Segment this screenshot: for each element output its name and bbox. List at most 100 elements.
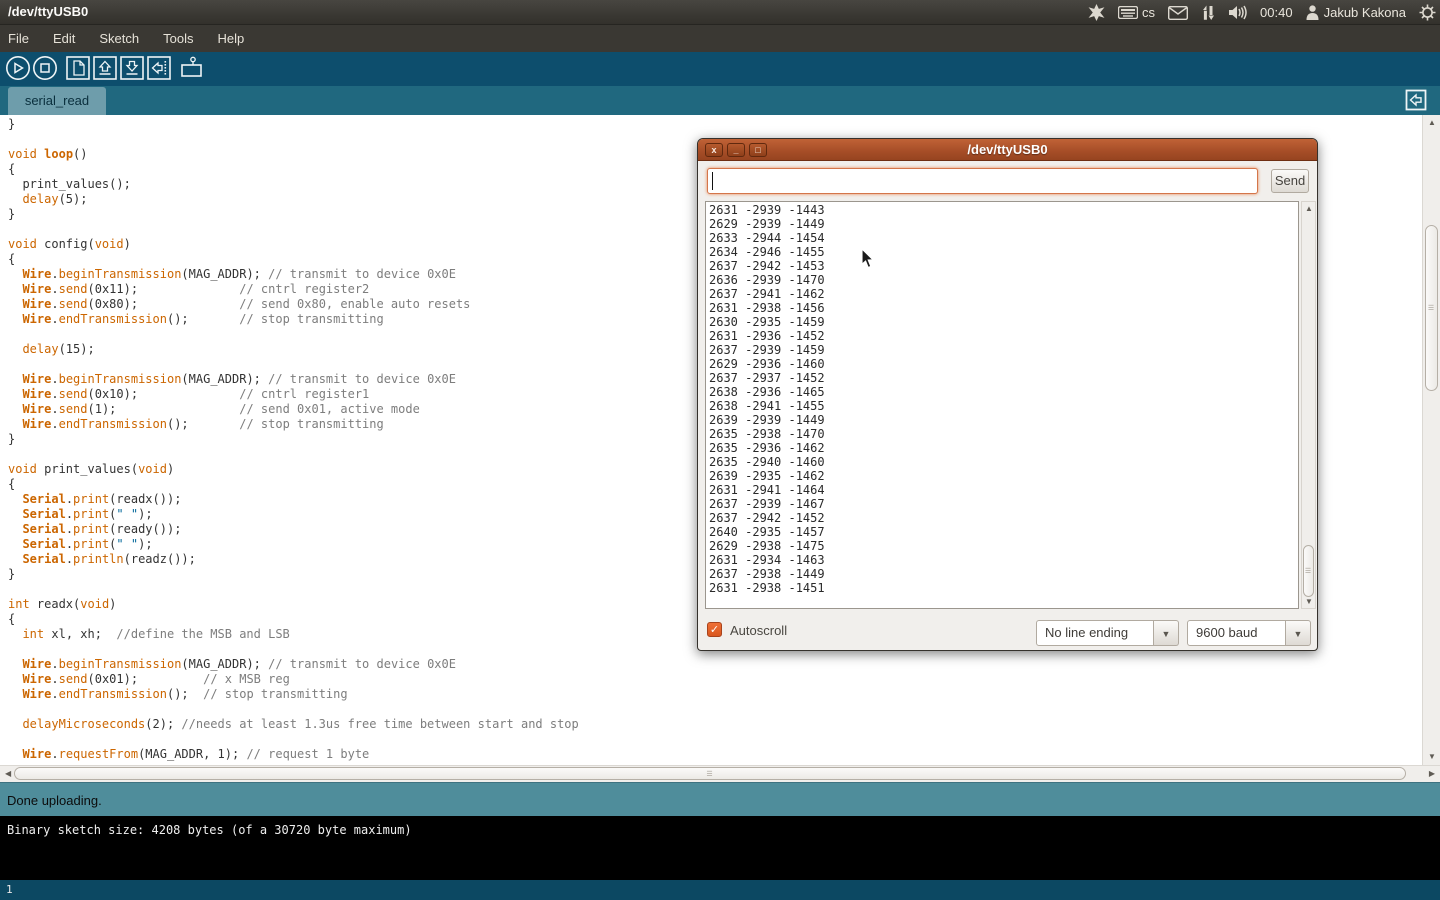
menu-tools[interactable]: Tools xyxy=(151,25,205,52)
code-line: { xyxy=(8,477,579,492)
serial-scrollbar[interactable]: ▲ ☰ ▼ xyxy=(1301,201,1316,609)
serial-monitor-button[interactable] xyxy=(178,55,204,81)
open-button[interactable] xyxy=(92,55,118,81)
editor-vertical-scrollbar[interactable]: ▲ ☰ ▼ xyxy=(1422,115,1440,765)
autoscroll-checkbox[interactable]: ✓ xyxy=(707,622,722,637)
serial-output-text: 2631 -2939 -1443 2629 -2939 -1449 2633 -… xyxy=(709,203,825,595)
app-indicator-icon[interactable] xyxy=(1088,4,1105,21)
code-line xyxy=(8,642,579,657)
serial-monitor-toggle-icon[interactable] xyxy=(1405,89,1427,111)
tab-bar: serial_read xyxy=(0,86,1440,115)
top-panel: /dev/ttyUSB0 cs 00:40 Jakub Kakona xyxy=(0,0,1440,25)
build-console: Binary sketch size: 4208 bytes (of a 307… xyxy=(0,816,1440,880)
code-line: delayMicroseconds(2); //needs at least 1… xyxy=(8,717,579,732)
menu-file[interactable]: File xyxy=(0,25,41,52)
serial-scrollbar-thumb[interactable]: ☰ xyxy=(1303,545,1314,597)
mouse-cursor xyxy=(861,248,875,274)
code-line: delay(5); xyxy=(8,192,579,207)
status-message: Done uploading. xyxy=(7,793,102,808)
code-line: { xyxy=(8,612,579,627)
code-line: int xl, xh; //define the MSB and LSB xyxy=(8,627,579,642)
baud-rate-select[interactable]: 9600 baud xyxy=(1187,620,1286,646)
user-name: Jakub Kakona xyxy=(1324,5,1406,20)
scroll-down-icon[interactable]: ▼ xyxy=(1428,753,1436,761)
code-line: } xyxy=(8,117,579,132)
code-line xyxy=(8,702,579,717)
code-line xyxy=(8,132,579,147)
baud-rate-dropdown-icon[interactable]: ▼ xyxy=(1286,620,1311,646)
code-line: print_values(); xyxy=(8,177,579,192)
tab-serial-read[interactable]: serial_read xyxy=(8,87,106,115)
stop-button[interactable] xyxy=(32,55,58,81)
code-line: Wire.requestFrom(MAG_ADDR, 1); // reques… xyxy=(8,747,579,762)
code-line: { xyxy=(8,162,579,177)
code-line: Serial.print(ready()); xyxy=(8,522,579,537)
code-line: Serial.print(" "); xyxy=(8,507,579,522)
code-line xyxy=(8,732,579,747)
send-button[interactable]: Send xyxy=(1271,169,1309,193)
mail-icon[interactable] xyxy=(1168,6,1188,20)
scroll-up-icon[interactable]: ▲ xyxy=(1428,119,1436,127)
serial-send-input[interactable] xyxy=(707,168,1258,194)
window-title: /dev/ttyUSB0 xyxy=(8,4,88,19)
menu-bar: File Edit Sketch Tools Help xyxy=(0,25,1440,52)
editor-scrollbar-thumb[interactable]: ☰ xyxy=(1425,225,1438,391)
keyboard-layout-label: cs xyxy=(1142,5,1155,20)
code-line: Serial.print(readx()); xyxy=(8,492,579,507)
text-caret xyxy=(712,172,713,190)
code-line: Wire.endTransmission(); // stop transmit… xyxy=(8,687,579,702)
network-icon[interactable] xyxy=(1201,5,1216,21)
serial-window-title: /dev/ttyUSB0 xyxy=(698,142,1317,157)
serial-monitor-window: x _ □ /dev/ttyUSB0 Send 2631 -2939 -1443… xyxy=(697,138,1318,651)
system-tray: cs 00:40 Jakub Kakona xyxy=(1088,0,1436,25)
code-line: delay(15); xyxy=(8,342,579,357)
menu-help[interactable]: Help xyxy=(205,25,256,52)
code-line: Wire.send(0x80); // send 0x80, enable au… xyxy=(8,297,579,312)
menu-sketch[interactable]: Sketch xyxy=(87,25,151,52)
upload-button[interactable] xyxy=(146,55,172,81)
user-menu[interactable]: Jakub Kakona xyxy=(1306,5,1406,20)
verify-button[interactable] xyxy=(5,55,31,81)
code-line: Wire.endTransmission(); // stop transmit… xyxy=(8,312,579,327)
editor-hscrollbar-thumb[interactable]: ☰ xyxy=(14,767,1406,780)
code-line: Wire.send(0x11); // cntrl register2 xyxy=(8,282,579,297)
serial-window-titlebar[interactable]: x _ □ /dev/ttyUSB0 xyxy=(698,139,1317,161)
keyboard-indicator[interactable]: cs xyxy=(1118,5,1155,20)
code-line: void loop() xyxy=(8,147,579,162)
clock[interactable]: 00:40 xyxy=(1260,5,1293,20)
code-line: void print_values(void) xyxy=(8,462,579,477)
new-sketch-button[interactable] xyxy=(65,55,91,81)
toolbar xyxy=(0,52,1440,86)
status-bar: Done uploading. xyxy=(0,782,1440,816)
scroll-left-icon[interactable]: ◀ xyxy=(5,770,11,778)
menu-edit[interactable]: Edit xyxy=(41,25,87,52)
scroll-right-icon[interactable]: ▶ xyxy=(1429,770,1435,778)
code-line: Serial.print(" "); xyxy=(8,537,579,552)
code-line: Wire.beginTransmission(MAG_ADDR); // tra… xyxy=(8,267,579,282)
code-line: } xyxy=(8,432,579,447)
code-line xyxy=(8,357,579,372)
serial-output-area[interactable]: 2631 -2939 -1443 2629 -2939 -1449 2633 -… xyxy=(705,201,1299,609)
line-ending-select[interactable]: No line ending xyxy=(1036,620,1154,646)
code-line: Wire.send(0x10); // cntrl register1 xyxy=(8,387,579,402)
code-line: Wire.beginTransmission(MAG_ADDR); // tra… xyxy=(8,372,579,387)
current-line-number: 1 xyxy=(6,883,13,896)
code-line xyxy=(8,222,579,237)
code-line xyxy=(8,327,579,342)
scroll-up-icon[interactable]: ▲ xyxy=(1305,205,1313,213)
code-line: int readx(void) xyxy=(8,597,579,612)
code-line xyxy=(8,582,579,597)
autoscroll-label: Autoscroll xyxy=(730,623,787,638)
line-number-bar: 1 xyxy=(0,880,1440,900)
save-button[interactable] xyxy=(119,55,145,81)
arduino-ide-screen: /dev/ttyUSB0 cs 00:40 Jakub Kakona xyxy=(0,0,1440,900)
editor-horizontal-scrollbar[interactable]: ◀ ☰ ▶ xyxy=(0,765,1440,782)
code-line: Wire.endTransmission(); // stop transmit… xyxy=(8,417,579,432)
code-line: } xyxy=(8,567,579,582)
scroll-down-icon[interactable]: ▼ xyxy=(1305,598,1313,606)
code-line: } xyxy=(8,207,579,222)
session-gear-icon[interactable] xyxy=(1419,4,1436,21)
line-ending-dropdown-icon[interactable]: ▼ xyxy=(1154,620,1179,646)
volume-icon[interactable] xyxy=(1229,5,1247,20)
code-line xyxy=(8,447,579,462)
